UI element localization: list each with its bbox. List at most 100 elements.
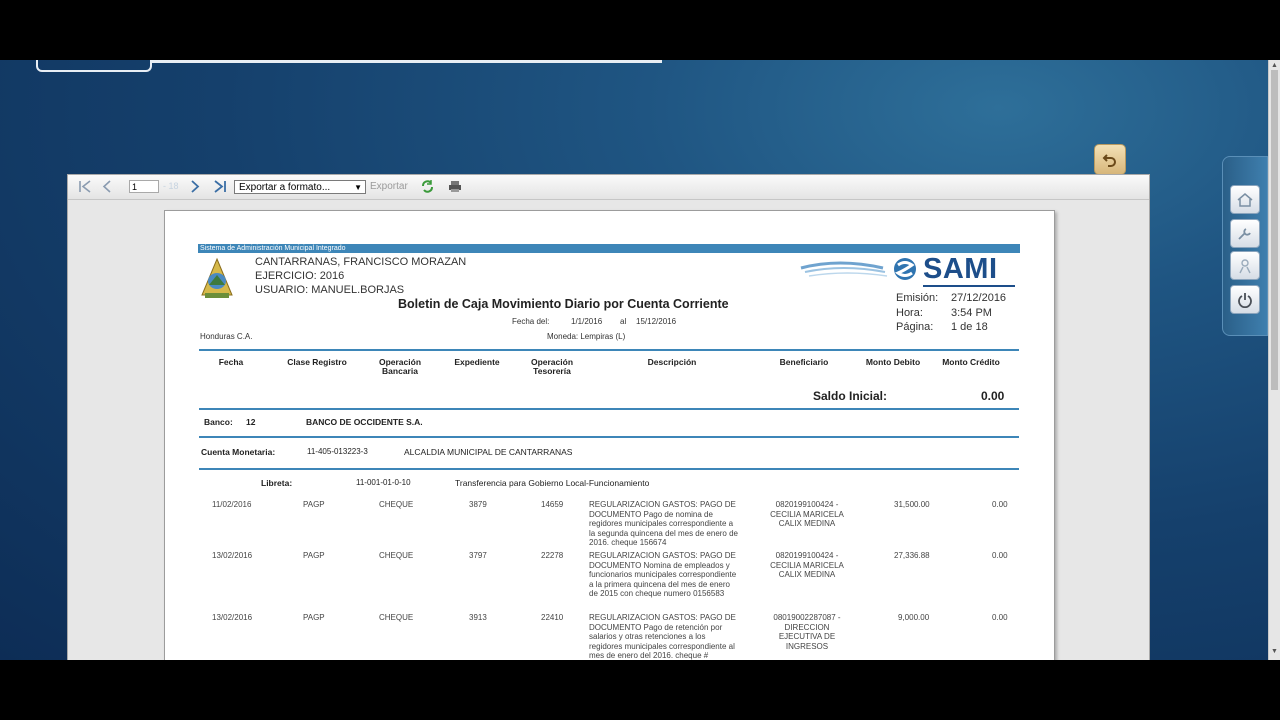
- country-label: Honduras C.A.: [200, 332, 253, 341]
- scroll-up-icon[interactable]: ▲: [1271, 62, 1278, 69]
- row2-operacion: CHEQUE: [379, 551, 414, 560]
- home-button[interactable]: [1230, 185, 1260, 214]
- header-rule: [199, 349, 1019, 351]
- chevron-down-icon: ▼: [354, 183, 362, 192]
- usuario-label: USUARIO: MANUEL.BORJAS: [255, 284, 405, 296]
- hora-label: Hora:: [896, 307, 923, 319]
- home-icon: [1237, 192, 1253, 207]
- al-label: al: [620, 317, 627, 326]
- row1-fecha: 11/02/2016: [212, 500, 252, 509]
- undo-icon: [1102, 153, 1116, 167]
- scroll-down-icon[interactable]: ▼: [1271, 648, 1278, 655]
- ejercicio-label: EJERCICIO: 2016: [255, 270, 345, 282]
- row1-beneficiario: 0820199100424 - CECILIA MARICELA CALIX M…: [770, 500, 844, 528]
- viewer-toolbar: 1 - 18 Exportar a formato... ▼ Exportar: [68, 175, 1149, 200]
- row3-tesoreria: 22410: [541, 613, 564, 622]
- print-icon[interactable]: [448, 180, 462, 193]
- column-header-fecha: Fecha: [218, 357, 244, 367]
- fecha-del-value: 1/1/2016: [571, 317, 603, 326]
- pagina-label: Página:: [896, 321, 934, 333]
- user-button[interactable]: [1230, 251, 1260, 280]
- row3-clase: PAGP: [303, 613, 325, 622]
- next-page-icon[interactable]: [190, 180, 200, 193]
- saldo-inicial-value: 0.00: [981, 389, 1005, 403]
- banco-rule: [199, 436, 1019, 438]
- row3-debito: 9,000.00: [898, 613, 930, 622]
- row2-beneficiario: 0820199100424 - CECILIA MARICELA CALIX M…: [770, 551, 844, 579]
- power-icon: [1238, 292, 1252, 308]
- top-divider: [150, 60, 662, 63]
- row2-fecha: 13/02/2016: [212, 551, 253, 560]
- row3-fecha: 13/02/2016: [212, 613, 253, 622]
- row1-tesoreria: 14659: [541, 500, 564, 509]
- row1-descripcion: REGULARIZACION GASTOS: PAGO DE DOCUMENTO…: [589, 500, 738, 547]
- emision-value: 27/12/2016: [951, 292, 1007, 304]
- column-header-descripcion: Descripción: [647, 357, 697, 367]
- libreta-label: Libreta:: [261, 478, 293, 488]
- pagina-value: 1 de 18: [951, 321, 988, 333]
- report-page: Sistema de Administración Municipal Inte…: [164, 210, 1055, 660]
- column-header-clase: Clase Registro: [287, 357, 347, 367]
- row2-tesoreria: 22278: [541, 551, 564, 560]
- tools-button[interactable]: [1230, 219, 1260, 248]
- wrench-icon: [1238, 227, 1251, 240]
- refresh-icon[interactable]: [420, 179, 435, 194]
- report-viewer: 1 - 18 Exportar a formato... ▼ Exportar …: [67, 174, 1150, 660]
- row1-clase: PAGP: [303, 500, 325, 509]
- prev-page-icon[interactable]: [102, 180, 112, 193]
- saldo-inicial-label: Saldo Inicial:: [813, 389, 888, 403]
- sami-logo-icon: [800, 258, 916, 280]
- row2-debito: 27,336.88: [894, 551, 930, 560]
- undo-button[interactable]: [1094, 144, 1126, 175]
- row3-descripcion: REGULARIZACION GASTOS: PAGO DE DOCUMENTO…: [589, 613, 736, 660]
- row2-expediente: 3797: [469, 551, 487, 560]
- hora-value: 3:54 PM: [951, 307, 992, 319]
- banco-name: BANCO DE OCCIDENTE S.A.: [306, 417, 423, 427]
- report-title: Boletin de Caja Movimiento Diario por Cu…: [398, 297, 729, 311]
- fecha-al-value: 15/12/2016: [636, 317, 677, 326]
- last-page-icon[interactable]: [213, 180, 227, 193]
- export-format-value: Exportar a formato...: [239, 182, 331, 193]
- logout-button[interactable]: [1230, 285, 1260, 314]
- page-scrollbar[interactable]: ▲ ▼: [1268, 60, 1280, 660]
- column-header-tesoreria: Operación Tesorería: [530, 357, 574, 376]
- person-icon: [1239, 258, 1251, 273]
- honduras-coat-of-arms-icon: [201, 257, 233, 298]
- banco-label: Banco:: [204, 417, 233, 427]
- page-total-label: - 18: [163, 181, 179, 191]
- desktop-background: ▲ ▼ 1 - 18 Exportar a formato... ▼ Expor…: [0, 60, 1280, 660]
- row3-credito: 0.00: [992, 613, 1008, 622]
- row3-expediente: 3913: [469, 613, 487, 622]
- column-header-expediente: Expediente: [454, 357, 500, 367]
- row2-descripcion: REGULARIZACION GASTOS: PAGO DE DOCUMENTO…: [589, 551, 737, 598]
- top-tab-frame: [36, 60, 152, 72]
- system-name-bar: Sistema de Administración Municipal Inte…: [198, 244, 1020, 253]
- emision-label: Emisión:: [896, 292, 939, 304]
- row3-operacion: CHEQUE: [379, 613, 414, 622]
- page-number-input[interactable]: 1: [129, 180, 159, 193]
- moneda-label: Moneda: Lempiras (L): [547, 332, 626, 341]
- libreta-code: 11-001-01-0-10: [356, 478, 411, 487]
- logo-underline: [923, 285, 1015, 287]
- row2-clase: PAGP: [303, 551, 325, 560]
- column-header-beneficiario: Beneficiario: [779, 357, 829, 367]
- side-toolbar: [1222, 156, 1268, 336]
- column-header-operacion: Operación Bancaria: [378, 357, 422, 376]
- scrollbar-thumb[interactable]: [1271, 70, 1278, 390]
- cuenta-rule: [199, 468, 1019, 470]
- saldo-rule: [199, 408, 1019, 410]
- export-link[interactable]: Exportar: [370, 181, 408, 192]
- row1-operacion: CHEQUE: [379, 500, 414, 509]
- cuenta-code: 11-405-013223-3: [307, 447, 368, 456]
- cuenta-name: ALCALDIA MUNICIPAL DE CANTARRANAS: [404, 447, 573, 457]
- libreta-name: Transferencia para Gobierno Local-Funcio…: [455, 478, 650, 488]
- cuenta-label: Cuenta Monetaria:: [201, 447, 276, 457]
- sami-logo-text: SAMI: [923, 253, 998, 285]
- export-format-select[interactable]: Exportar a formato... ▼: [234, 180, 366, 194]
- first-page-icon[interactable]: [78, 180, 92, 193]
- row3-beneficiario: 08019002287087 - DIRECCION EJECUTIVA DE …: [773, 613, 841, 651]
- row1-debito: 31,500.00: [894, 500, 930, 509]
- municipality-name: CANTARRANAS, FRANCISCO MORAZAN: [255, 256, 467, 268]
- banco-code: 12: [246, 417, 256, 427]
- fecha-del-label: Fecha del:: [512, 317, 550, 326]
